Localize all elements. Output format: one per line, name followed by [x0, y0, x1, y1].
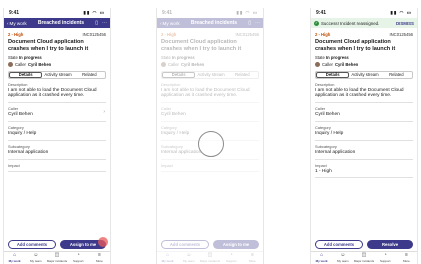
incident-number: INC0125456	[389, 32, 413, 37]
avatar	[315, 61, 320, 67]
avatar	[8, 61, 13, 67]
status-bar: 9:41 ▮▮ ◠ ▭	[311, 8, 417, 18]
action-bar: Add comments Resolve	[311, 238, 417, 251]
tab-details[interactable]: Details	[9, 71, 43, 78]
incident-title: Document Cloud application crashes when …	[315, 39, 396, 52]
phone-screen-incident-detail: 9:41 ▮▮ ◠ ▭ ‹ My work Breached incidents…	[3, 8, 111, 264]
status-bar: 9:41 ▮▮ ◠ ▭	[4, 8, 110, 18]
tab-activity-stream[interactable]: Activity stream	[349, 72, 380, 78]
caller-row: CallerCyril Behen	[8, 61, 106, 67]
field-subcategory[interactable]: Subcategory Internal application	[8, 141, 106, 160]
tab-related[interactable]: Related	[74, 72, 105, 78]
caller-row: CallerCyril Behen	[315, 61, 413, 67]
nav-bar: ‹ My work Breached incidents ▯ ⋯	[4, 18, 110, 28]
tab-related[interactable]: Related	[381, 72, 412, 78]
field-impact[interactable]: Impact	[8, 160, 106, 172]
status-time: 9:41	[316, 10, 327, 16]
tab-activity-stream[interactable]: Activity stream	[42, 72, 73, 78]
tabbar-my-team[interactable]: ☺ My team	[332, 252, 353, 264]
phone-screen-loading: 9:41 ▮▮ ◠ ▭ ‹ My work Breached incidents…	[156, 8, 264, 264]
menu-icon: ≡	[404, 252, 408, 258]
state-row: State In progress	[315, 54, 349, 60]
field-category[interactable]: Category Inquiry / Help	[8, 122, 106, 141]
add-comments-button[interactable]: Add comments	[8, 240, 56, 249]
menu-icon: ≡	[97, 252, 101, 258]
bookmark-icon[interactable]: ▯	[95, 20, 98, 26]
tabbar-major-incidents[interactable]: ◫ Major incidents	[46, 252, 67, 264]
check-icon: ✓	[314, 20, 319, 26]
incident-title: Document Cloud application crashes when …	[8, 39, 89, 52]
loading-spinner-icon	[198, 131, 224, 157]
home-icon: ⌂	[13, 252, 17, 258]
field-caller[interactable]: Caller Cyril Behen ›	[8, 103, 106, 122]
success-banner: ✓ Success! Incident reassigned. DISMISS	[311, 18, 417, 28]
tab-strip: Details Activity stream Related	[8, 70, 106, 79]
touch-indicator	[98, 237, 108, 247]
bottom-tab-bar: ⌂My work ☺My team ◫Major incidents ◔Supp…	[4, 251, 110, 264]
success-message: Success! Incident reassigned.	[321, 20, 380, 26]
bottom-tab-bar: ⌂My work ☺My team ◫Major incidents ◔Supp…	[311, 251, 417, 264]
priority-badge: 2 - High	[315, 32, 331, 37]
tabbar-more[interactable]: ≡ More	[89, 252, 110, 264]
action-bar: Add comments Assign to me	[4, 238, 110, 251]
field-description: Description I am not able to load the Do…	[8, 79, 106, 104]
tabbar-my-team[interactable]: ☺ My team	[25, 252, 46, 264]
dismiss-button[interactable]: DISMISS	[396, 21, 414, 26]
tab-details[interactable]: Details	[316, 71, 350, 78]
field-impact[interactable]: Impact 1 - High	[315, 160, 413, 179]
resolve-button[interactable]: Resolve	[367, 240, 413, 249]
tabbar-support[interactable]: ◔ Support	[375, 252, 396, 264]
priority-badge: 2 - High	[8, 32, 24, 37]
back-button[interactable]: ‹ My work	[7, 21, 27, 26]
field-description: Description I am not able to load the Do…	[315, 79, 413, 104]
add-comments-button[interactable]: Add comments	[315, 240, 363, 249]
tabbar-support[interactable]: ◔ Support	[68, 252, 89, 264]
home-icon: ⌂	[320, 252, 324, 258]
support-icon: ◔	[383, 252, 387, 258]
tabbar-my-work[interactable]: ⌂ My work	[4, 252, 25, 264]
team-icon: ☺	[33, 252, 39, 258]
system-icons: ▮▮ ◠ ▭	[390, 10, 412, 15]
field-caller[interactable]: Caller Cyril Behen	[315, 103, 413, 122]
more-icon[interactable]: ⋯	[102, 20, 107, 26]
incident-icon: ◫	[54, 252, 60, 258]
status-time: 9:41	[9, 10, 20, 16]
back-label: My work	[9, 20, 27, 26]
phone-screen-reassigned: 9:41 ▮▮ ◠ ▭ ✓ Success! Incident reassign…	[310, 8, 418, 264]
tabbar-more[interactable]: ≡ More	[396, 252, 417, 264]
chevron-right-icon: ›	[103, 109, 105, 116]
incident-icon: ◫	[361, 252, 367, 258]
team-icon: ☺	[340, 252, 346, 258]
field-category[interactable]: Category Inquiry / Help	[315, 122, 413, 141]
nav-title: Breached incidents	[37, 20, 84, 26]
tabbar-major-incidents[interactable]: ◫ Major incidents	[353, 252, 374, 264]
support-icon: ◔	[76, 252, 80, 258]
tabbar-my-work[interactable]: ⌂ My work	[311, 252, 332, 264]
tab-strip: Details Activity stream Related	[315, 70, 413, 79]
field-subcategory[interactable]: Subcategory Internal application	[315, 141, 413, 160]
state-row: State In progress	[8, 54, 42, 60]
incident-number: INC0125456	[82, 32, 106, 37]
system-icons: ▮▮ ◠ ▭	[83, 10, 105, 15]
